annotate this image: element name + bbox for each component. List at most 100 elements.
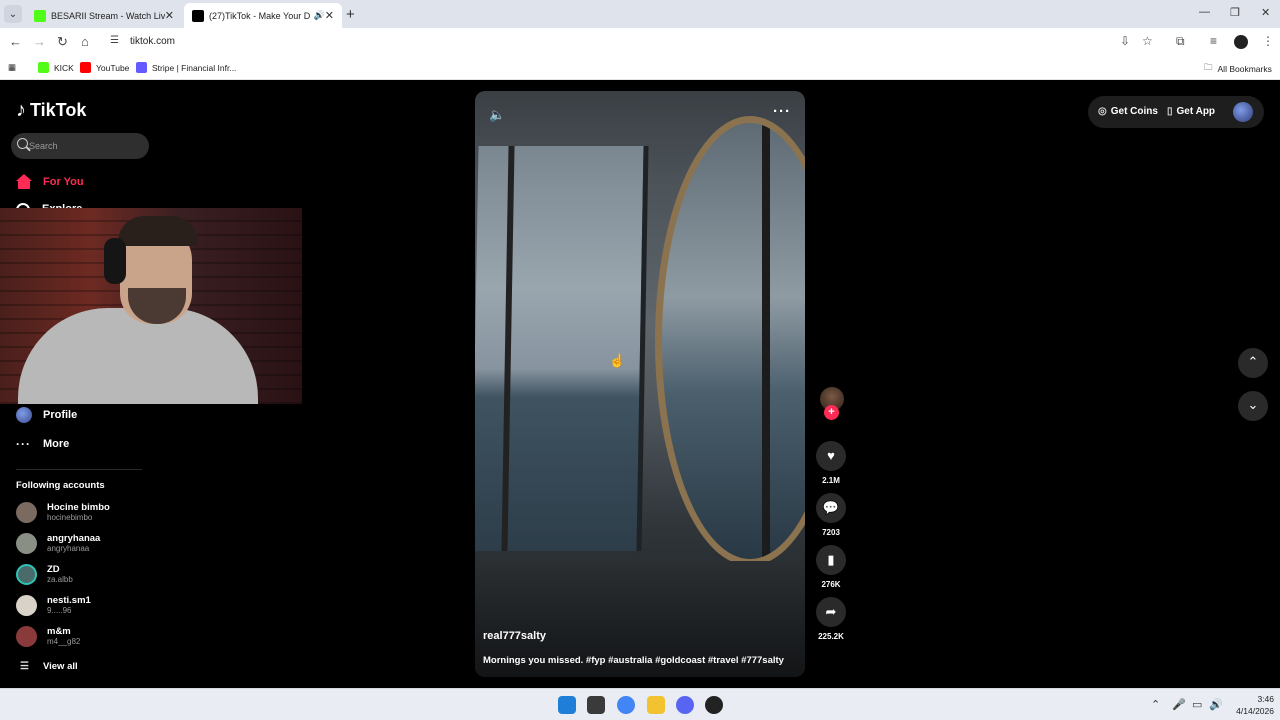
- more-options-icon[interactable]: ···: [773, 103, 791, 120]
- apps-grid-icon[interactable]: ▦: [8, 62, 16, 73]
- mirror-scene: [655, 116, 805, 566]
- kick-favicon-icon: [34, 9, 46, 22]
- video-author[interactable]: real777salty: [483, 630, 546, 642]
- hand-cursor-icon: ☝: [609, 353, 626, 368]
- bookmark-star-icon[interactable]: ☆: [1142, 34, 1153, 48]
- view-all-label: View all: [42, 661, 78, 672]
- follow-plus-icon[interactable]: +: [824, 405, 839, 420]
- save-action[interactable]: ▮ 276K: [816, 545, 846, 589]
- get-app-button[interactable]: ▯ Get App: [1167, 106, 1215, 117]
- address-bar[interactable]: ☰ tiktok.com: [102, 31, 1172, 53]
- home-icon[interactable]: ⌂: [81, 34, 89, 49]
- volume-icon[interactable]: 🔈: [489, 107, 505, 123]
- url-text[interactable]: tiktok.com: [130, 36, 175, 47]
- divider: [16, 469, 142, 470]
- network-icon[interactable]: ▭: [1192, 698, 1202, 711]
- tab-tiktok[interactable]: (27)TikTok - Make Your Day 🔊 ✕: [184, 3, 342, 28]
- media-controls-icon[interactable]: ≡: [1210, 34, 1217, 48]
- list-icon: ☰: [20, 661, 29, 672]
- install-app-icon[interactable]: ⇩: [1120, 34, 1130, 48]
- comment-count: 7203: [822, 528, 840, 537]
- tray-overflow-icon[interactable]: ⌃: [1151, 698, 1160, 711]
- tab-search-icon[interactable]: ⌄: [4, 5, 22, 23]
- search-placeholder: Search: [29, 141, 58, 151]
- new-tab-icon[interactable]: +: [346, 6, 355, 23]
- search-input[interactable]: Search: [11, 133, 149, 159]
- avatar: [16, 595, 37, 616]
- speaker-icon[interactable]: 🔊: [314, 10, 325, 21]
- account-item[interactable]: Hocine bimbo hocinebimbo: [16, 502, 110, 523]
- get-coins-button[interactable]: ◎ Get Coins: [1098, 106, 1158, 117]
- minimize-icon[interactable]: —: [1199, 6, 1210, 18]
- account-item[interactable]: angryhanaa angryhanaa: [16, 533, 100, 554]
- view-all-button[interactable]: ☰ View all: [20, 661, 78, 672]
- back-icon[interactable]: ←: [9, 34, 22, 49]
- user-avatar[interactable]: [1233, 102, 1253, 122]
- heart-icon[interactable]: ♥: [816, 441, 846, 471]
- avatar: [16, 533, 37, 554]
- clock-date: 4/14/2026: [1236, 706, 1274, 716]
- clock[interactable]: 3:46 4/14/2026: [1226, 693, 1274, 717]
- comment-action[interactable]: 💬 7203: [816, 493, 846, 537]
- previous-video-button[interactable]: ⌃: [1238, 348, 1268, 378]
- account-item[interactable]: ZD za.albb: [16, 564, 73, 585]
- get-app-label: Get App: [1176, 106, 1216, 117]
- video-player[interactable]: 🔈 ··· ☝ real777salty Mornings you missed…: [475, 91, 805, 677]
- share-action[interactable]: ➦ 225.2K: [816, 597, 846, 641]
- nav-profile[interactable]: Profile: [16, 407, 77, 423]
- tiktok-logo[interactable]: ♪ TikTok: [16, 99, 86, 122]
- kebab-menu-icon[interactable]: ⋮: [1262, 34, 1274, 48]
- profile-avatar[interactable]: [1234, 35, 1248, 49]
- all-bookmarks[interactable]: 🗀 All Bookmarks: [1204, 62, 1272, 76]
- next-video-button[interactable]: ⌄: [1238, 391, 1268, 421]
- account-name: Hocine bimbo: [47, 502, 110, 513]
- taskbar: ⌃ 🎤 ▭ 🔊 3:46 4/14/2026: [0, 688, 1280, 720]
- nav-for-you[interactable]: For You: [16, 174, 84, 190]
- account-item[interactable]: m&m m4__g82: [16, 626, 80, 647]
- reload-icon[interactable]: ↻: [57, 34, 68, 50]
- bookmark-icon[interactable]: ▮: [816, 545, 846, 575]
- account-handle: hocinebimbo: [47, 513, 93, 522]
- chrome-icon[interactable]: [617, 696, 635, 714]
- share-icon[interactable]: ➦: [816, 597, 846, 627]
- bookmark-kick[interactable]: KICK: [38, 62, 74, 73]
- windows-start-icon[interactable]: [558, 696, 576, 714]
- account-handle: za.albb: [47, 575, 73, 584]
- restore-icon[interactable]: ❐: [1230, 6, 1240, 19]
- nav-more[interactable]: ··· More: [16, 437, 69, 451]
- account-name: ZD: [47, 564, 60, 575]
- kick-icon: [38, 62, 49, 73]
- forward-icon[interactable]: →: [33, 34, 46, 49]
- share-count: 225.2K: [818, 632, 844, 641]
- close-window-icon[interactable]: ✕: [1261, 6, 1270, 19]
- discord-icon[interactable]: [676, 696, 694, 714]
- bookmark-stripe[interactable]: Stripe | Financial Infr...: [136, 62, 236, 73]
- bookmark-youtube[interactable]: YouTube: [80, 62, 129, 73]
- coin-icon: ◎: [1098, 106, 1107, 117]
- phone-icon: ▯: [1167, 106, 1173, 117]
- headphones-icon: [104, 238, 126, 284]
- obs-icon[interactable]: [705, 696, 723, 714]
- site-info-icon[interactable]: ☰: [110, 35, 119, 46]
- tiktok-note-icon: ♪: [16, 99, 26, 121]
- browser-toolbar: ← → ↻ ⌂ ☰ tiktok.com ⇩ ☆ ⧉ ≡ ⋮: [0, 28, 1280, 56]
- comment-icon[interactable]: 💬: [816, 493, 846, 523]
- terminal-icon[interactable]: [587, 696, 605, 714]
- tiktok-favicon-icon: [192, 9, 204, 22]
- following-title: Following accounts: [16, 480, 105, 491]
- microphone-icon[interactable]: 🎤: [1172, 698, 1186, 711]
- close-icon[interactable]: ✕: [325, 9, 334, 22]
- like-action[interactable]: ♥ 2.1M: [816, 441, 846, 485]
- webcam-overlay: [0, 208, 302, 404]
- file-explorer-icon[interactable]: [647, 696, 665, 714]
- folder-icon: 🗀: [1204, 62, 1213, 72]
- get-coins-label: Get Coins: [1110, 106, 1158, 117]
- close-icon[interactable]: ✕: [165, 9, 174, 22]
- avatar: [16, 502, 37, 523]
- bookmark-label: Stripe | Financial Infr...: [152, 62, 237, 73]
- volume-tray-icon[interactable]: 🔊: [1209, 698, 1223, 711]
- extensions-icon[interactable]: ⧉: [1176, 34, 1185, 49]
- account-item[interactable]: nesti.sm1 9.....96: [16, 595, 91, 616]
- bookmark-label: YouTube: [96, 62, 130, 73]
- tab-besarii[interactable]: BESARII Stream - Watch Live on ✕: [26, 3, 182, 28]
